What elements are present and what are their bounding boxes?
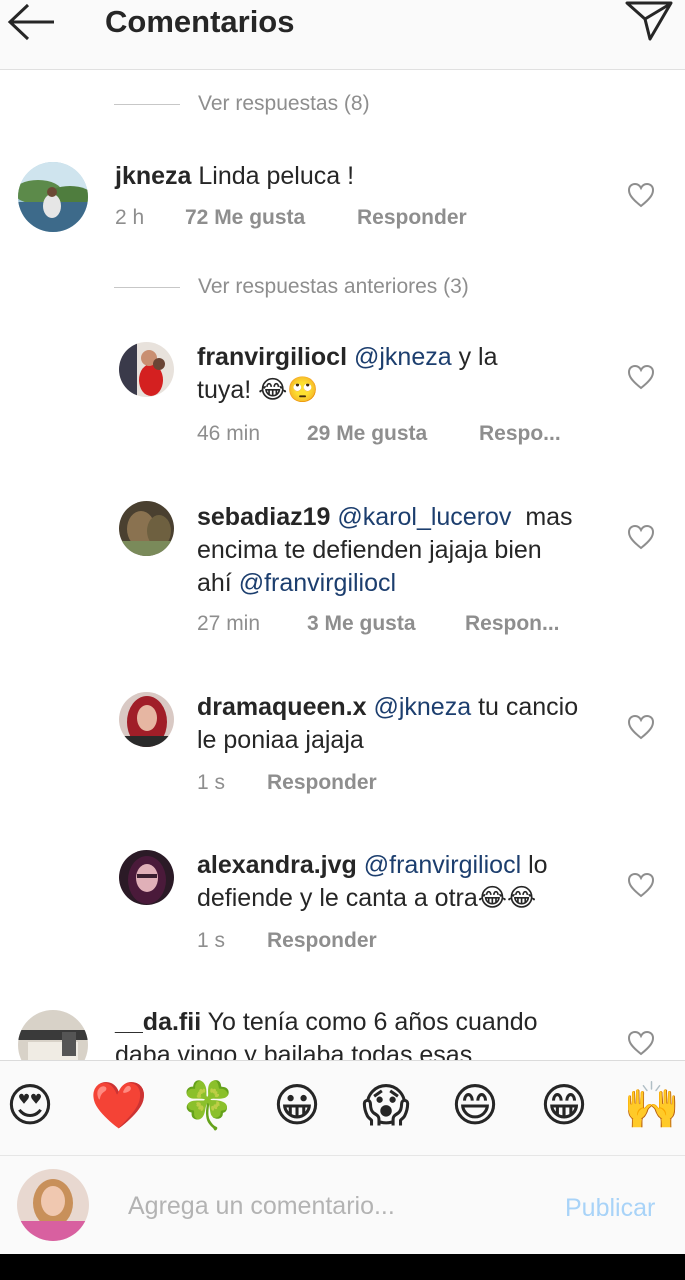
mention-link[interactable]: @karol_lucerov — [337, 503, 511, 531]
avatar[interactable] — [119, 342, 174, 397]
current-user-avatar — [17, 1169, 89, 1241]
reply-time: 1 s — [197, 929, 226, 952]
reply-body: ahí — [197, 569, 239, 597]
reply-body: tu cancio — [471, 693, 579, 721]
likes-count[interactable]: 3 Me gusta — [307, 612, 465, 636]
reply-text: sebadiaz19 @karol_lucerov mas encima te … — [197, 501, 617, 600]
reply-body: lo — [521, 851, 548, 879]
view-replies-label[interactable]: Ver respuestas (8) — [198, 92, 370, 116]
avatar[interactable] — [119, 850, 174, 905]
view-previous-replies-toggle[interactable]: Ver respuestas anteriores (3) — [114, 272, 469, 302]
comment-item: __da.fii Yo tenía como 6 años cuando dab… — [0, 1003, 685, 1060]
reply-body: defiende y le canta a otra😂😂 — [197, 884, 537, 912]
divider-line — [114, 103, 180, 105]
reply-body: tuya! 😂🙄 — [197, 376, 319, 404]
divider-line — [114, 286, 180, 288]
reply-button[interactable]: Responder — [357, 206, 467, 230]
mention-link[interactable]: @franvirgiliocl — [364, 851, 521, 879]
reply-button[interactable]: Responder — [267, 771, 377, 795]
avatar[interactable] — [119, 692, 174, 747]
reply-username[interactable]: sebadiaz19 — [197, 503, 330, 531]
comment-composer: Publicar — [0, 1156, 685, 1254]
publish-button[interactable]: Publicar — [565, 1194, 655, 1223]
page-title: Comentarios — [105, 4, 295, 39]
avatar[interactable] — [119, 501, 174, 556]
reply-meta: 1 s Responder — [197, 929, 377, 953]
mention-link[interactable]: @franvirgiliocl — [239, 569, 396, 597]
mention-link[interactable]: @jkneza — [354, 343, 452, 371]
reply-time: 27 min — [197, 612, 261, 635]
comment-body: Linda peluca ! — [191, 162, 355, 190]
comment-meta: 2 h 72 Me gusta Responder — [115, 206, 467, 230]
reply-body: le poniaa jajaja — [197, 726, 364, 754]
comment-body: daba vingo y bailaba todas esas — [115, 1041, 473, 1060]
screaming-face-emoji-icon[interactable]: 😱 — [356, 1077, 416, 1133]
heart-icon[interactable] — [627, 364, 655, 390]
heart-icon[interactable] — [627, 1030, 655, 1056]
reply-time: 1 s — [197, 771, 226, 794]
raising-hands-emoji-icon[interactable]: 🙌 — [622, 1077, 682, 1133]
likes-count[interactable]: 72 Me gusta — [185, 206, 357, 230]
likes-count[interactable]: 29 Me gusta — [307, 422, 479, 446]
reply-button[interactable]: Respon... — [465, 612, 560, 636]
reply-text: alexandra.jvg @franvirgiliocl lo defiend… — [197, 849, 617, 915]
comment-username[interactable]: jkneza — [115, 162, 191, 190]
arrow-left-icon[interactable] — [6, 2, 58, 42]
reply-body: mas — [511, 503, 573, 531]
comment-body: Yo tenía como 6 años cuando — [201, 1008, 538, 1036]
reply-username[interactable]: alexandra.jvg — [197, 851, 357, 879]
heart-eyes-emoji-icon[interactable]: 😍 — [0, 1077, 60, 1133]
top-bar: Comentarios — [0, 0, 685, 70]
heart-icon[interactable] — [627, 182, 655, 208]
paper-plane-icon[interactable] — [624, 0, 674, 42]
comment-text: __da.fii Yo tenía como 6 años cuando dab… — [115, 1006, 605, 1060]
reply-meta: 27 min 3 Me gusta Respon... — [197, 612, 560, 636]
avatar[interactable] — [18, 162, 88, 232]
view-replies-toggle[interactable]: Ver respuestas (8) — [114, 89, 370, 119]
reply-meta: 1 s Responder — [197, 771, 377, 795]
reply-button[interactable]: Respo... — [479, 422, 561, 446]
reply-button[interactable]: Responder — [267, 929, 377, 953]
comment-input[interactable] — [128, 1186, 548, 1226]
reply-username[interactable]: franvirgiliocl — [197, 343, 347, 371]
four-leaf-clover-emoji-icon[interactable]: 🍀 — [178, 1077, 238, 1133]
reply-time: 46 min — [197, 422, 261, 445]
emoji-quick-bar: 😍 ❤️ 🍀 😀 😱 😄 😁 🙌 — [0, 1060, 685, 1156]
view-previous-replies-label[interactable]: Ver respuestas anteriores (3) — [198, 275, 469, 299]
comment-text: jkneza Linda peluca ! — [115, 160, 585, 193]
reply-body: encima te defienden jajaja bien — [197, 536, 542, 564]
reply-meta: 46 min 29 Me gusta Respo... — [197, 422, 561, 446]
smiling-face-emoji-icon[interactable]: 😄 — [445, 1077, 505, 1133]
heart-icon[interactable] — [627, 524, 655, 550]
reply-text: dramaqueen.x @jkneza tu cancio le poniaa… — [197, 691, 617, 757]
avatar[interactable] — [18, 1010, 88, 1060]
heart-icon[interactable] — [627, 872, 655, 898]
reply-body: y la — [451, 343, 498, 371]
system-nav-strip — [0, 1254, 685, 1280]
grinning-face-emoji-icon[interactable]: 😀 — [267, 1077, 327, 1133]
comment-username[interactable]: __da.fii — [115, 1008, 201, 1036]
comment-time: 2 h — [115, 206, 145, 229]
reply-text: franvirgiliocl @jkneza y la tuya! 😂🙄 — [197, 341, 597, 407]
beaming-face-emoji-icon[interactable]: 😁 — [534, 1077, 594, 1133]
red-heart-emoji-icon[interactable]: ❤️ — [89, 1077, 149, 1133]
heart-icon[interactable] — [627, 714, 655, 740]
mention-link[interactable]: @jkneza — [373, 693, 471, 721]
reply-username[interactable]: dramaqueen.x — [197, 693, 367, 721]
